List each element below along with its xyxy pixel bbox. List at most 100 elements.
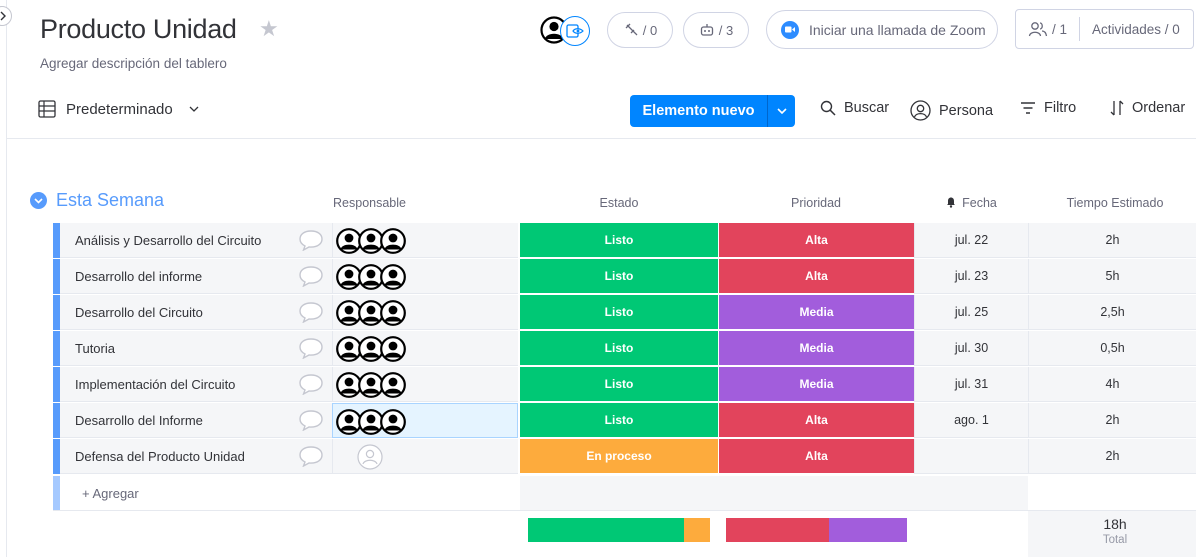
tiempo-estimado-cell[interactable]: 0,5h — [1028, 331, 1196, 366]
column-header-fecha[interactable]: Fecha — [914, 196, 1028, 210]
avatar[interactable] — [380, 372, 406, 398]
estado-cell[interactable]: Listo — [520, 331, 718, 366]
tiempo-estimado-cell[interactable]: 2h — [1028, 439, 1196, 474]
avatar[interactable] — [380, 300, 406, 326]
search-button[interactable]: Buscar — [820, 100, 889, 116]
tiempo-estimado-cell[interactable]: 2h — [1028, 223, 1196, 258]
responsable-cell[interactable] — [332, 403, 518, 438]
avatar[interactable] — [380, 228, 406, 254]
comment-bubble-icon[interactable] — [298, 265, 324, 287]
fecha-cell[interactable]: jul. 25 — [914, 295, 1028, 330]
responsable-cell[interactable] — [332, 223, 518, 258]
row-color-bar[interactable] — [53, 259, 60, 294]
column-header-tiempo-estimado[interactable]: Tiempo Estimado — [1028, 196, 1196, 210]
tiempo-estimado-cell[interactable]: 2h — [1028, 403, 1196, 438]
prioridad-cell[interactable]: Alta — [718, 259, 914, 294]
table-row[interactable]: Defensa del Producto Unidad En proceso Alt… — [53, 439, 1196, 474]
automations-button[interactable]: / 3 — [683, 12, 749, 48]
comment-bubble-icon[interactable] — [298, 337, 324, 359]
integrations-button[interactable]: / 0 — [607, 12, 673, 48]
table-row[interactable]: Tutoria Listo Media jul. 30 0,5h — [53, 331, 1196, 366]
table-row[interactable]: Implementación del Circuito Listo Media jul… — [53, 367, 1196, 402]
prioridad-summary-segment[interactable] — [829, 518, 907, 542]
estado-cell[interactable]: Listo — [520, 367, 718, 402]
avatar-stack[interactable] — [336, 336, 416, 362]
add-item-label[interactable]: + Agregar — [82, 486, 139, 501]
new-item-dropdown-chevron-icon[interactable] — [768, 108, 795, 114]
row-color-bar[interactable] — [53, 439, 60, 474]
person-filter-button[interactable]: Persona — [910, 100, 993, 121]
members-button[interactable]: / 1 — [1016, 17, 1081, 41]
fecha-cell[interactable]: jul. 31 — [914, 367, 1028, 402]
responsable-cell[interactable] — [332, 439, 518, 474]
filter-button[interactable]: Filtro — [1020, 100, 1076, 116]
responsable-cell[interactable] — [332, 295, 518, 330]
prioridad-cell[interactable]: Media — [718, 331, 914, 366]
tiempo-estimado-cell[interactable]: 2,5h — [1028, 295, 1196, 330]
add-item-row[interactable]: + Agregar — [53, 476, 520, 510]
collapse-group-chevron-icon[interactable] — [30, 192, 47, 209]
prioridad-cell[interactable]: Alta — [718, 439, 914, 474]
prioridad-cell[interactable]: Media — [718, 295, 914, 330]
table-row[interactable]: Desarrollo del Circuito Listo Media jul. 25… — [53, 295, 1196, 330]
estado-cell[interactable]: Listo — [520, 403, 718, 438]
avatar[interactable] — [380, 409, 406, 435]
responsable-cell[interactable] — [332, 367, 518, 402]
tiempo-estimado-cell[interactable]: 4h — [1028, 367, 1196, 402]
responsable-cell[interactable] — [332, 331, 518, 366]
avatar-stack[interactable] — [336, 264, 416, 290]
comment-bubble-icon[interactable] — [298, 373, 324, 395]
row-color-bar[interactable] — [53, 295, 60, 330]
estado-cell[interactable]: Listo — [520, 259, 718, 294]
estado-summary-segment[interactable] — [528, 518, 684, 542]
avatar-stack[interactable] — [336, 228, 416, 254]
fecha-cell[interactable] — [914, 439, 1028, 474]
prioridad-summary-segment[interactable] — [726, 518, 830, 542]
empty-person-icon[interactable] — [357, 444, 383, 470]
table-row[interactable]: Análisis y Desarrollo del Circuito Listo A… — [53, 223, 1196, 258]
sort-button[interactable]: Ordenar — [1110, 100, 1185, 116]
group-title[interactable]: Esta Semana — [56, 190, 164, 211]
comment-bubble-icon[interactable] — [298, 409, 324, 431]
estado-summary-segment[interactable] — [683, 518, 710, 542]
prioridad-cell[interactable]: Alta — [718, 403, 914, 438]
row-color-bar[interactable] — [53, 367, 60, 402]
estado-summary-bar[interactable] — [528, 518, 710, 542]
new-item-button[interactable]: Elemento nuevo — [630, 95, 795, 127]
row-color-bar[interactable] — [53, 223, 60, 258]
prioridad-cell[interactable]: Media — [718, 367, 914, 402]
avatar-stack[interactable] — [336, 372, 416, 398]
comment-bubble-icon[interactable] — [298, 301, 324, 323]
group-header[interactable]: Esta Semana — [30, 190, 164, 211]
zoom-call-button[interactable]: Iniciar una llamada de Zoom — [766, 10, 998, 49]
avatar[interactable] — [380, 264, 406, 290]
view-selector[interactable]: Predeterminado — [38, 100, 199, 118]
board-view-permissions-button[interactable] — [560, 16, 590, 46]
prioridad-summary-bar[interactable] — [726, 518, 907, 542]
table-row[interactable]: Desarrollo del informe Listo Alta jul. 23 5h — [53, 259, 1196, 294]
avatar[interactable] — [380, 336, 406, 362]
column-header-responsable[interactable]: Responsable — [333, 196, 406, 210]
estado-cell[interactable]: Listo — [520, 295, 718, 330]
row-color-bar[interactable] — [53, 331, 60, 366]
column-header-estado[interactable]: Estado — [520, 196, 718, 210]
fecha-cell[interactable]: jul. 30 — [914, 331, 1028, 366]
favorite-star-icon[interactable]: ★ — [259, 16, 279, 42]
estado-cell[interactable]: En proceso — [520, 439, 718, 474]
expand-sidebar-button[interactable] — [0, 6, 12, 26]
tiempo-estimado-cell[interactable]: 5h — [1028, 259, 1196, 294]
prioridad-cell[interactable]: Alta — [718, 223, 914, 258]
fecha-cell[interactable]: ago. 1 — [914, 403, 1028, 438]
responsable-cell[interactable] — [332, 259, 518, 294]
avatar-stack[interactable] — [336, 300, 416, 326]
board-description[interactable]: Agregar descripción del tablero — [40, 56, 227, 71]
fecha-cell[interactable]: jul. 22 — [914, 223, 1028, 258]
table-row[interactable]: Desarrollo del Informe Listo Alta ago. 1 2h — [53, 403, 1196, 438]
comment-bubble-icon[interactable] — [298, 229, 324, 251]
row-color-bar[interactable] — [53, 403, 60, 438]
fecha-cell[interactable]: jul. 23 — [914, 259, 1028, 294]
comment-bubble-icon[interactable] — [298, 445, 324, 467]
board-title[interactable]: Producto Unidad — [40, 14, 237, 45]
column-header-prioridad[interactable]: Prioridad — [718, 196, 914, 210]
estado-cell[interactable]: Listo — [520, 223, 718, 258]
